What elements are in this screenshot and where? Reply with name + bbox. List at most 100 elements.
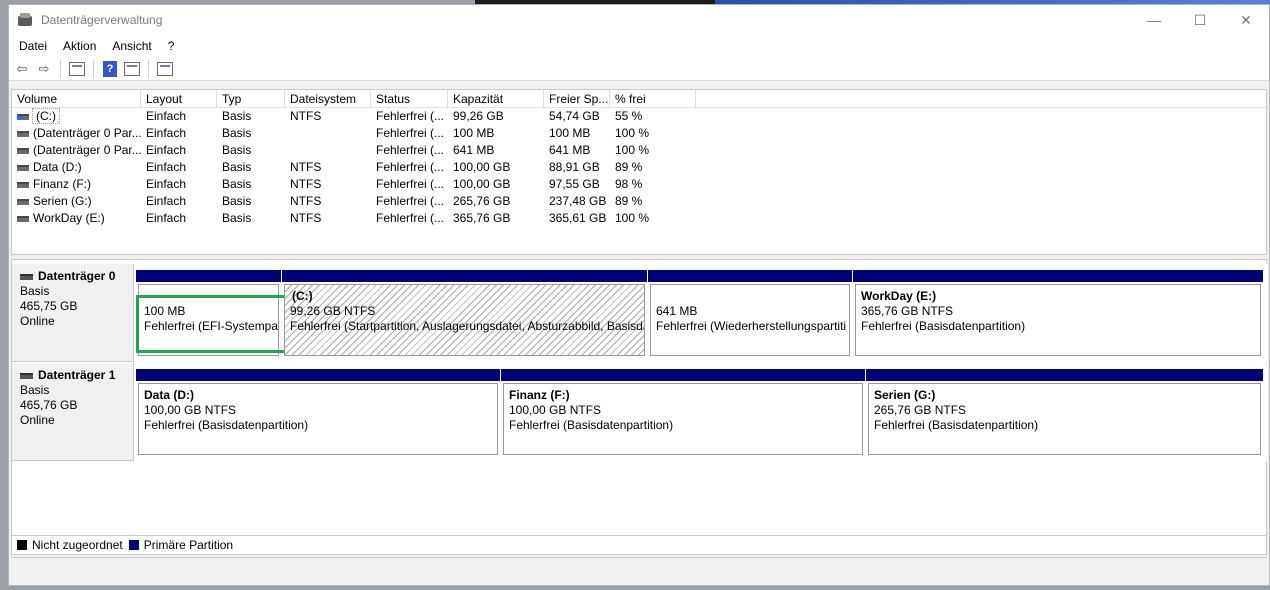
disk-management-icon	[17, 13, 33, 27]
disk-row-1: Datenträger 1 Basis 465,76 GB Online Dat…	[12, 363, 1268, 461]
disk-management-window: Datenträgerverwaltung — ☐ ✕ Datei Aktion…	[8, 4, 1270, 586]
column-header-dateisystem[interactable]: Dateisystem	[285, 90, 371, 108]
title-bar[interactable]: Datenträgerverwaltung — ☐ ✕	[9, 5, 1269, 35]
disk-1-info[interactable]: Datenträger 1 Basis 465,76 GB Online	[12, 363, 134, 461]
status-cell: Fehlerfrei (...	[376, 160, 445, 174]
show-hide-tree-button[interactable]	[68, 60, 86, 78]
layout-cell: Einfach	[146, 211, 187, 225]
table-row[interactable]: (Datenträger 0 Par... Einfach Basis Fehl…	[12, 142, 1266, 159]
layout-cell: Einfach	[146, 160, 187, 174]
help-button[interactable]: ?	[101, 60, 119, 78]
volume-list[interactable]: Volume Layout Typ Dateisystem Status Kap…	[11, 89, 1267, 255]
filesystem-cell	[285, 142, 371, 159]
partition-efi[interactable]: 100 MB Fehlerfrei (EFI-Systempar	[136, 270, 291, 356]
capacity-cell: 641 MB	[453, 143, 495, 157]
disk-state: Online	[20, 314, 55, 328]
menu-ansicht[interactable]: Ansicht	[104, 39, 159, 53]
layout-cell: Einfach	[146, 177, 187, 191]
typ-cell: Basis	[222, 194, 252, 208]
partition-name: Data (D:)	[144, 388, 194, 402]
partition-size: 265,76 GB NTFS	[874, 403, 967, 417]
volume-name: (Datenträger 0 Par...	[33, 126, 141, 140]
partition-status: Fehlerfrei (Basisdatenpartition)	[509, 418, 674, 432]
disk-icon	[20, 273, 33, 280]
column-header-layout[interactable]: Layout	[141, 90, 217, 108]
table-row[interactable]: (C:) Einfach Basis NTFS Fehlerfrei (... …	[12, 108, 1266, 125]
checklist-button[interactable]	[156, 60, 174, 78]
disk-type: Basis	[20, 383, 50, 397]
typ-cell: Basis	[222, 109, 252, 123]
partition-recovery[interactable]: 641 MB Fehlerfrei (Wiederherstellungspar…	[648, 270, 852, 356]
typ-cell: Basis	[222, 177, 252, 191]
partition-body: (C:) 99,26 GB NTFS Fehlerfrei (Startpart…	[284, 284, 645, 356]
percent-free-cell: 100 %	[615, 211, 650, 225]
column-header-freier-speicher[interactable]: Freier Sp...	[544, 90, 610, 108]
menu-bar: Datei Aktion Ansicht ?	[9, 35, 1269, 57]
partition-c[interactable]: (C:) 99,26 GB NTFS Fehlerfrei (Startpart…	[282, 270, 647, 356]
properties-button[interactable]	[123, 60, 141, 78]
column-header-typ[interactable]: Typ	[217, 90, 285, 108]
partition-data[interactable]: Data (D:) 100,00 GB NTFS Fehlerfrei (Bas…	[136, 369, 500, 455]
capacity-cell: 100,00 GB	[453, 177, 511, 191]
typ-cell: Basis	[222, 211, 252, 225]
volume-cell: (C:)	[12, 108, 141, 125]
status-cell: Fehlerfrei (...	[376, 211, 445, 225]
forward-arrow-icon[interactable]: ⇨	[35, 60, 53, 78]
partition-size: 100,00 GB NTFS	[509, 403, 602, 417]
layout-cell: Einfach	[146, 109, 187, 123]
partition-status: Fehlerfrei (Basisdatenpartition)	[861, 319, 1026, 333]
menu-datei[interactable]: Datei	[11, 39, 55, 53]
capacity-cell: 265,76 GB	[453, 194, 511, 208]
filesystem-cell: NTFS	[290, 177, 322, 191]
capacity-cell: 99,26 GB	[453, 109, 504, 123]
disk-graphical-view[interactable]: Datenträger 0 Basis 465,75 GB Online 100…	[11, 259, 1268, 537]
disk-type: Basis	[20, 284, 50, 298]
typ-cell: Basis	[222, 126, 252, 140]
volume-name: WorkDay (E:)	[33, 211, 105, 225]
partition-name: (C:)	[292, 289, 313, 303]
column-header-prozent-frei[interactable]: % frei	[610, 90, 696, 108]
capacity-cell: 100 MB	[453, 126, 495, 140]
partition-workday[interactable]: WorkDay (E:) 365,76 GB NTFS Fehlerfrei (…	[853, 270, 1263, 356]
selection-highlight	[136, 295, 291, 353]
legend-unallocated: Nicht zugeordnet	[32, 538, 123, 552]
console-tree-icon	[69, 61, 85, 76]
partition-serien[interactable]: Serien (G:) 265,76 GB NTFS Fehlerfrei (B…	[866, 369, 1263, 455]
table-row[interactable]: Serien (G:) Einfach Basis NTFS Fehlerfre…	[12, 193, 1266, 210]
layout-cell: Einfach	[146, 194, 187, 208]
partition-status: Fehlerfrei (Basisdatenpartition)	[144, 418, 309, 432]
maximize-button[interactable]: ☐	[1177, 5, 1223, 35]
disk-size: 465,76 GB	[20, 398, 78, 412]
filesystem-cell: NTFS	[290, 160, 322, 174]
partition-name: Finanz (F:)	[509, 388, 570, 402]
menu-help[interactable]: ?	[160, 39, 183, 53]
table-row[interactable]: Finanz (F:) Einfach Basis NTFS Fehlerfre…	[12, 176, 1266, 193]
close-button[interactable]: ✕	[1223, 5, 1269, 35]
back-arrow-icon[interactable]: ⇦	[13, 60, 31, 78]
free-space-cell: 365,61 GB	[549, 211, 607, 225]
column-header-status[interactable]: Status	[371, 90, 448, 108]
free-space-cell: 54,74 GB	[549, 109, 600, 123]
partition-bar	[866, 369, 1263, 381]
free-space-cell: 641 MB	[549, 143, 591, 157]
table-row[interactable]: WorkDay (E:) Einfach Basis NTFS Fehlerfr…	[12, 210, 1266, 227]
column-header-volume[interactable]: Volume	[12, 90, 141, 108]
disk-0-info[interactable]: Datenträger 0 Basis 465,75 GB Online	[12, 264, 134, 362]
filesystem-cell: NTFS	[290, 194, 322, 208]
unallocated-swatch	[17, 540, 27, 550]
menu-aktion[interactable]: Aktion	[55, 39, 104, 53]
drive-icon	[17, 198, 29, 205]
volume-name: Data (D:)	[33, 160, 82, 174]
partition-body: 641 MB Fehlerfrei (Wiederherstellungspar…	[650, 284, 850, 356]
partition-body: Data (D:) 100,00 GB NTFS Fehlerfrei (Bas…	[138, 383, 498, 455]
partition-size: 641 MB	[656, 304, 698, 318]
minimize-button[interactable]: —	[1131, 5, 1177, 35]
status-bar	[11, 557, 1267, 581]
free-space-cell: 237,48 GB	[549, 194, 607, 208]
table-row[interactable]: Data (D:) Einfach Basis NTFS Fehlerfrei …	[12, 159, 1266, 176]
table-row[interactable]: (Datenträger 0 Par... Einfach Basis Fehl…	[12, 125, 1266, 142]
partition-finanz[interactable]: Finanz (F:) 100,00 GB NTFS Fehlerfrei (B…	[501, 369, 865, 455]
column-header-kapazitaet[interactable]: Kapazität	[448, 90, 544, 108]
partition-body: Serien (G:) 265,76 GB NTFS Fehlerfrei (B…	[868, 383, 1261, 455]
volume-cell: (Datenträger 0 Par...	[12, 125, 141, 142]
